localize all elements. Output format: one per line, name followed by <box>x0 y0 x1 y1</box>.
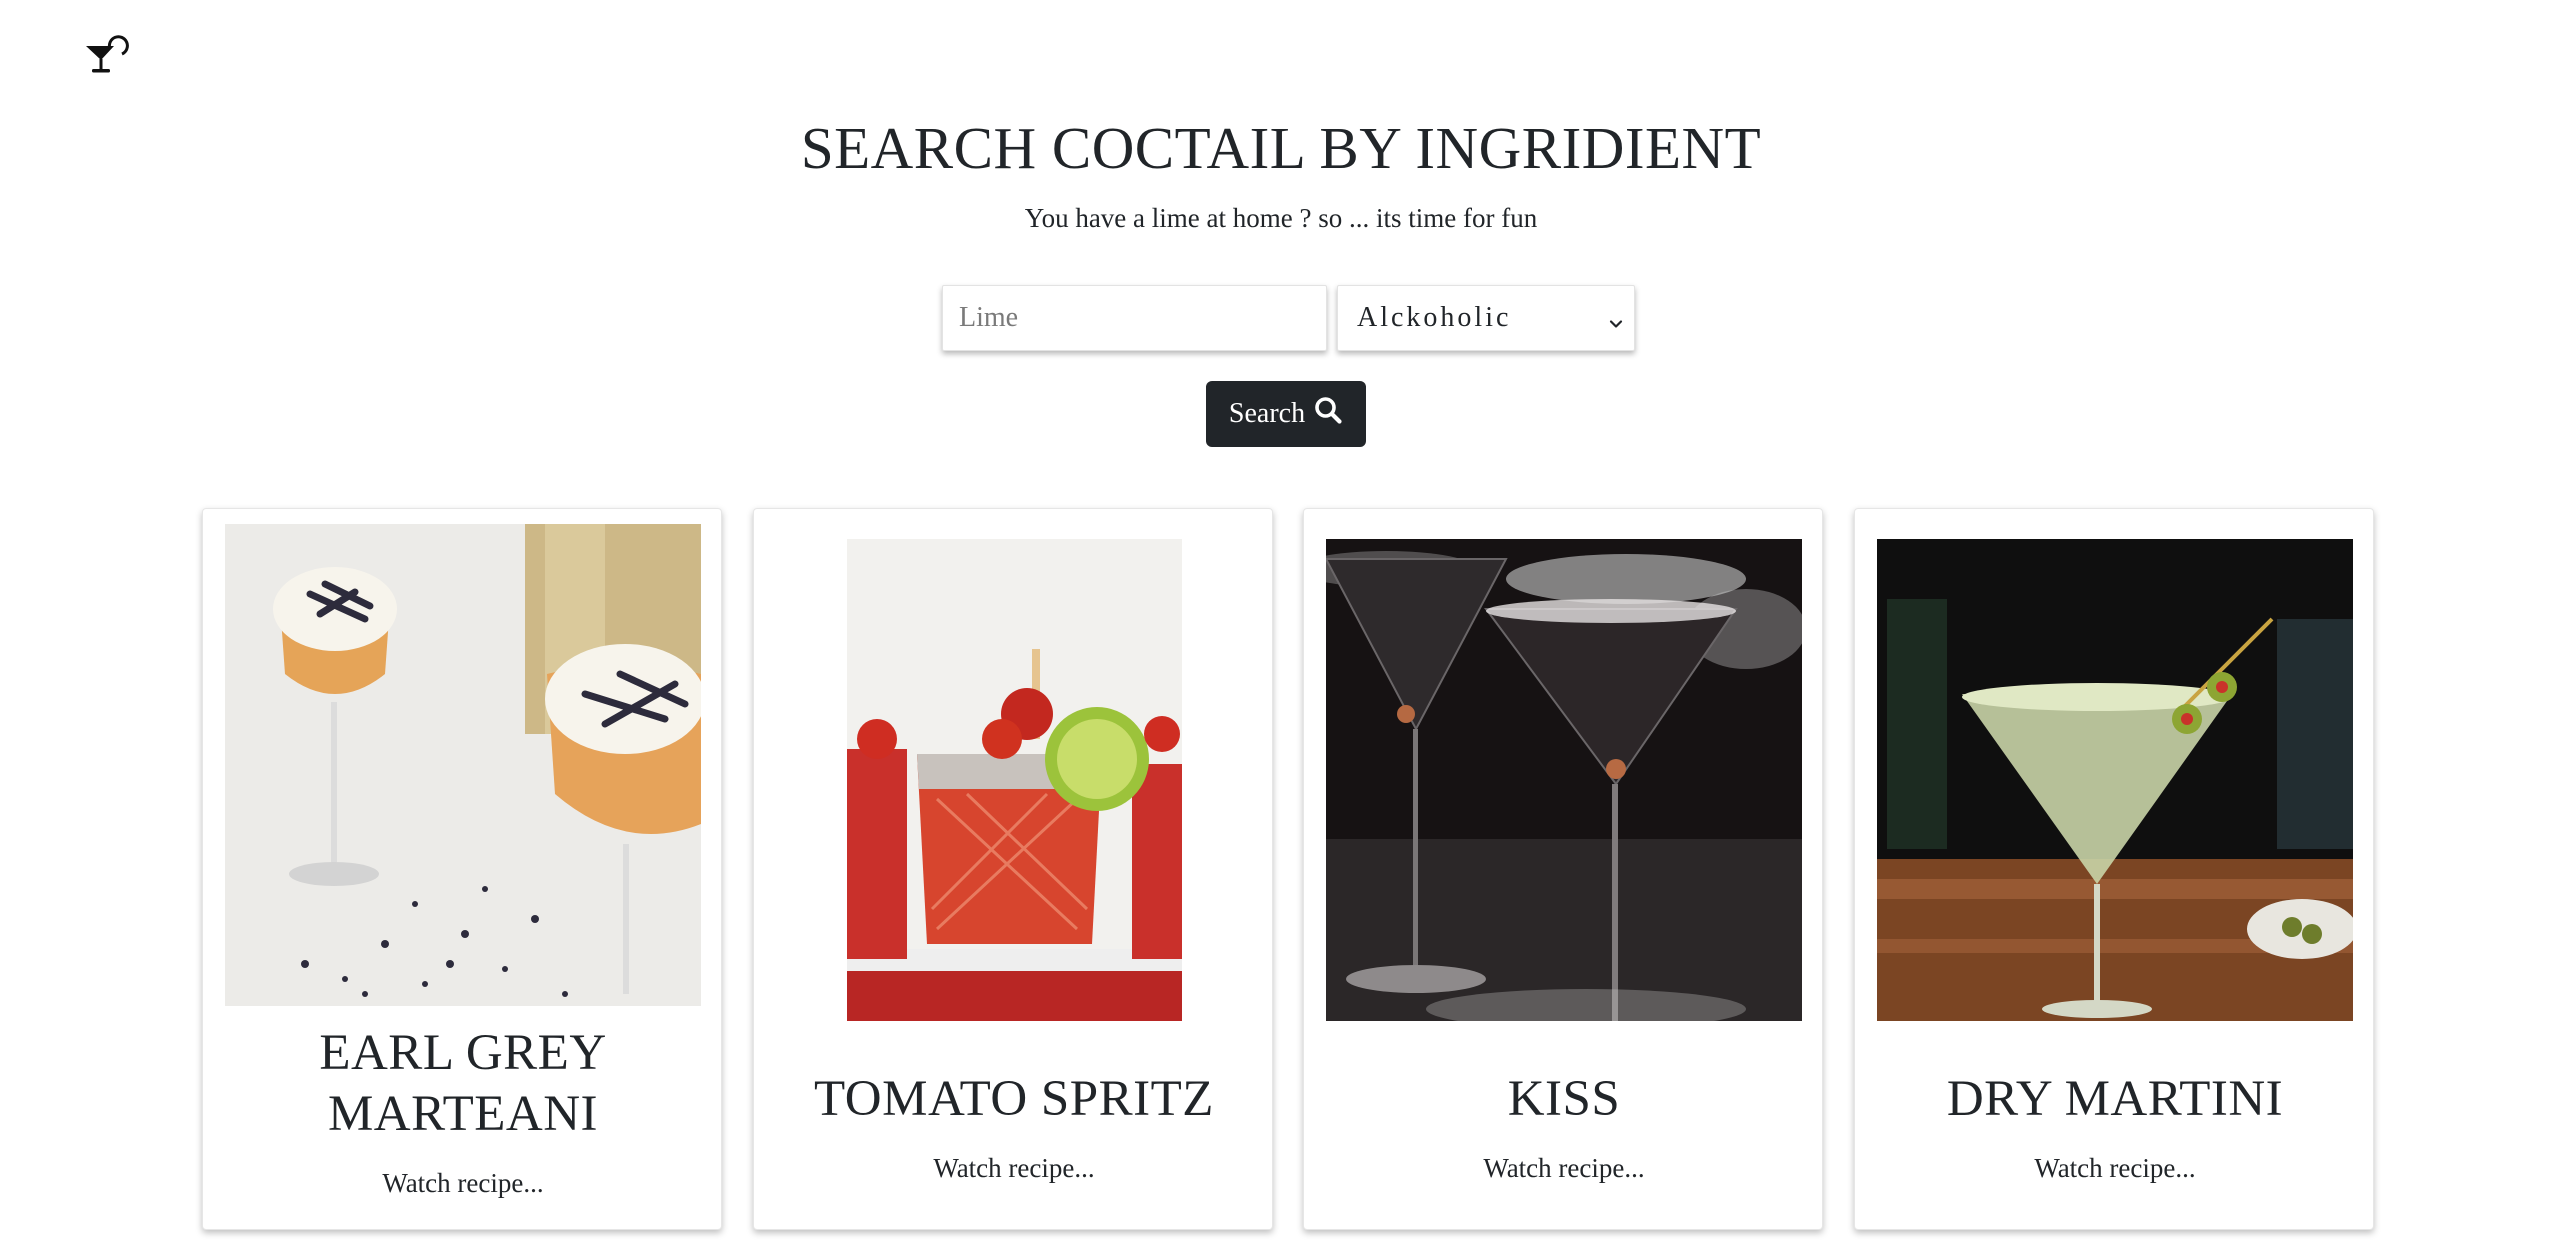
search-form: Alckoholic <box>942 285 1635 351</box>
watch-recipe-link[interactable]: Watch recipe... <box>203 1165 723 1201</box>
cocktail-card-title: DRY MARTINI <box>1946 1071 2284 1127</box>
cocktail-card[interactable]: DRY MARTINI Watch recipe... <box>1854 508 2374 1230</box>
dry-martini-photo[interactable] <box>1877 539 2353 1021</box>
cocktail-card[interactable]: KISS Watch recipe... <box>1303 508 1823 1230</box>
chevron-down-icon <box>1608 308 1624 328</box>
search-button[interactable]: Search <box>1206 381 1366 447</box>
page-title: SEARCH COCTAIL BY INGRIDIENT <box>800 115 1762 181</box>
watch-recipe-link[interactable]: Watch recipe... <box>1855 1150 2375 1186</box>
cocktail-card[interactable]: EARL GREY MARTEANI Watch recipe... <box>202 508 722 1230</box>
cocktail-card-title: EARL GREY MARTEANI <box>319 1025 607 1142</box>
search-button-label: Search <box>1228 398 1306 429</box>
search-icon <box>1313 395 1343 433</box>
watch-recipe-link[interactable]: Watch recipe... <box>754 1150 1274 1186</box>
kiss-photo[interactable] <box>1326 539 1802 1021</box>
cocktail-card[interactable]: TOMATO SPRITZ Watch recipe... <box>753 508 1273 1230</box>
alcohol-type-select[interactable]: Alckoholic <box>1337 285 1635 351</box>
ingredient-search-input[interactable] <box>942 285 1327 351</box>
cocktail-glass-icon[interactable] <box>84 34 132 78</box>
cocktail-card-title: TOMATO SPRITZ <box>814 1071 1214 1127</box>
earl-grey-marteani-photo[interactable] <box>225 524 701 1006</box>
cocktail-card-grid: EARL GREY MARTEANI Watch recipe... TOMAT… <box>202 508 2374 1230</box>
hero-section: SEARCH COCTAIL BY INGRIDIENT You have a … <box>0 108 2562 238</box>
page: SEARCH COCTAIL BY INGRIDIENT You have a … <box>0 0 2562 1254</box>
cocktail-card-title: KISS <box>1507 1071 1621 1127</box>
page-subtitle: You have a lime at home ? so ... its tim… <box>1024 203 1538 233</box>
watch-recipe-link[interactable]: Watch recipe... <box>1304 1150 1824 1186</box>
tomato-spritz-photo[interactable] <box>847 539 1182 1021</box>
alcohol-type-select-value: Alckoholic <box>1357 302 1512 333</box>
